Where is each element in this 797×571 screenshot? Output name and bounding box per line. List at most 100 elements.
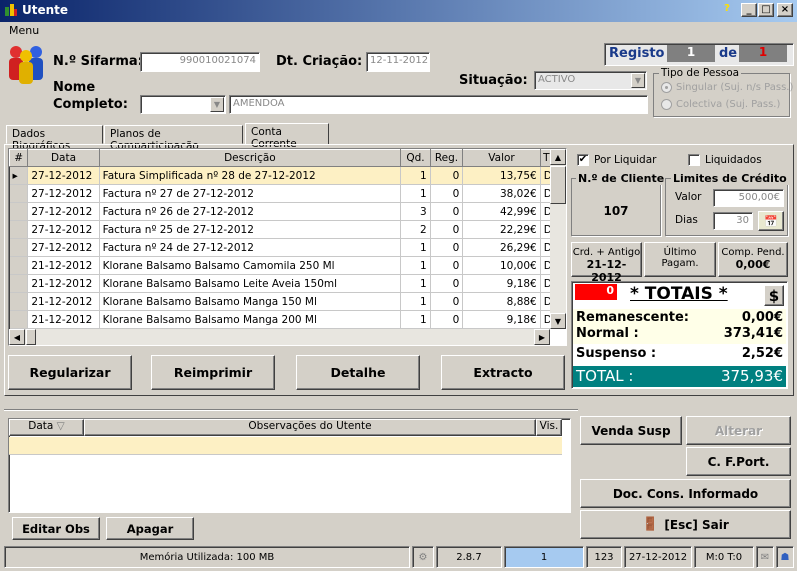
table-row[interactable]: 27-12-2012 Factura nº 24 de 27-12-2012 1 0 2… xyxy=(9,238,554,257)
col-data[interactable]: Data xyxy=(27,149,100,167)
table-row[interactable]: 21-12-2012 Klorane Balsamo Balsamo Manga … xyxy=(9,310,554,329)
por-liquidar-checkbox[interactable]: ✔ Por Liquidar xyxy=(577,154,656,166)
cell-descricao: Factura nº 26 de 27-12-2012 xyxy=(99,202,402,221)
nome-prefix-dropdown[interactable]: ▼ xyxy=(140,95,226,114)
crd-antigo-label: Crd. + Antigo xyxy=(572,247,641,258)
cell-reg: 0 xyxy=(430,202,464,221)
cell-qd: 1 xyxy=(400,274,431,293)
grid-hscrollbar[interactable]: ◀ ▶ xyxy=(9,329,550,345)
radio-singular[interactable]: Singular (Suj. n/s Pass.) xyxy=(661,82,793,93)
scroll-thumb[interactable] xyxy=(550,166,566,204)
cell-data: 21-12-2012 xyxy=(27,274,100,293)
col-reg[interactable]: Reg. xyxy=(429,149,464,167)
obs-col-vis[interactable]: Vis. xyxy=(536,419,562,436)
sifarma-field[interactable]: 990010021074 xyxy=(140,52,260,72)
hscroll-thumb[interactable] xyxy=(26,329,36,345)
exit-door-icon: 🚪 xyxy=(642,517,659,532)
table-row[interactable]: 21-12-2012 Klorane Balsamo Balsamo Camomi… xyxy=(9,256,554,275)
cfport-button[interactable]: C. F.Port. xyxy=(686,447,791,476)
menu-item-menu[interactable]: Menu xyxy=(9,24,39,37)
apagar-button[interactable]: Apagar xyxy=(106,517,194,540)
de-label: de xyxy=(719,46,738,61)
cell-reg: 0 xyxy=(430,166,464,185)
obs-row-selected[interactable] xyxy=(9,437,562,455)
chevron-down-icon[interactable]: ▼ xyxy=(210,97,224,112)
transactions-grid: # Data Descrição Qd. Reg. Valor T ▸ 27-12… xyxy=(8,148,567,346)
cell-valor: 22,29€ xyxy=(462,220,541,239)
help-icon[interactable]: ? xyxy=(719,3,735,17)
row-indicator xyxy=(9,274,29,293)
venda-susp-button[interactable]: Venda Susp xyxy=(580,416,682,445)
reimprimir-button[interactable]: Reimprimir xyxy=(151,355,275,390)
status-code: 123 xyxy=(586,546,622,568)
status-page: 1 xyxy=(504,546,584,568)
cell-descricao: Factura nº 27 de 27-12-2012 xyxy=(99,184,402,203)
user-status-icon[interactable]: ☗ xyxy=(776,546,794,568)
comp-pend-box: Comp. Pend. 0,00€ xyxy=(718,242,788,277)
col-hash[interactable]: # xyxy=(9,149,29,167)
tab-planos-comparticipacao[interactable]: Planos de Comparticipação xyxy=(104,125,243,152)
editar-obs-button[interactable]: Editar Obs xyxy=(12,517,100,540)
credito-valor-label: Valor xyxy=(675,191,702,203)
radio-colectiva[interactable]: Colectiva (Suj. Pass.) xyxy=(661,99,780,110)
sair-label: [Esc] Sair xyxy=(664,517,729,532)
cell-reg: 0 xyxy=(430,256,464,275)
total-value: 375,93€ xyxy=(720,367,783,385)
mail-icon[interactable]: ✉ xyxy=(756,546,774,568)
ultimo-pagam-box: Último Pagam. xyxy=(644,242,716,277)
scroll-down-icon[interactable]: ▼ xyxy=(550,313,566,329)
credito-dias-field[interactable]: 30 xyxy=(713,212,753,230)
extracto-button[interactable]: Extracto xyxy=(441,355,565,390)
cliente-value: 107 xyxy=(603,204,629,218)
tab-dados-biograficos[interactable]: Dados Biográficos xyxy=(6,125,103,152)
grid-vscrollbar[interactable]: ▲ ▼ xyxy=(550,149,566,329)
table-row[interactable]: 21-12-2012 Klorane Balsamo Balsamo Leite … xyxy=(9,274,554,293)
obs-col-observacoes[interactable]: Observações do Utente xyxy=(84,419,536,436)
sair-button[interactable]: 🚪 [Esc] Sair xyxy=(580,510,791,539)
credito-label: Limites de Crédito xyxy=(671,172,789,185)
col-qd[interactable]: Qd. xyxy=(400,149,431,167)
maximize-button[interactable]: □ xyxy=(758,3,774,17)
scroll-up-icon[interactable]: ▲ xyxy=(550,149,566,165)
scroll-left-icon[interactable]: ◀ xyxy=(9,329,25,345)
suspenso-label: Suspenso : xyxy=(576,346,657,361)
col-descricao[interactable]: Descrição xyxy=(98,149,402,167)
scroll-right-icon[interactable]: ▶ xyxy=(534,329,550,345)
calendar-icon[interactable]: 📅 xyxy=(758,211,784,231)
nome-field[interactable]: AMENDOA xyxy=(229,95,648,114)
cell-descricao: Klorane Balsamo Balsamo Camomila 250 Ml xyxy=(99,256,402,275)
menu-bar: Menu xyxy=(0,22,797,38)
cliente-label: N.º de Cliente xyxy=(576,172,667,185)
chevron-down-icon[interactable]: ▼ xyxy=(631,73,645,88)
cell-data: 27-12-2012 xyxy=(27,238,100,257)
table-row[interactable]: 27-12-2012 Factura nº 27 de 27-12-2012 1 0 3… xyxy=(9,184,554,203)
dt-criacao-field[interactable]: 12-11-2012 xyxy=(366,52,430,72)
doc-cons-button[interactable]: Doc. Cons. Informado xyxy=(580,479,791,508)
divider xyxy=(4,409,578,411)
cell-qd: 1 xyxy=(400,238,431,257)
close-button[interactable]: × xyxy=(777,3,793,17)
grid-header: # Data Descrição Qd. Reg. Valor T xyxy=(9,149,554,167)
totais-count: 0 xyxy=(575,284,617,300)
table-row[interactable]: 27-12-2012 Factura nº 25 de 27-12-2012 2 0 2… xyxy=(9,220,554,239)
tab-conta-corrente[interactable]: Conta Corrente xyxy=(245,123,329,150)
totais-title: * TOTAIS * xyxy=(630,284,728,304)
comp-pend-value: 0,00€ xyxy=(735,258,771,271)
table-row[interactable]: 27-12-2012 Factura nº 26 de 27-12-2012 3 0 4… xyxy=(9,202,554,221)
sifarma-label: N.º Sifarma: xyxy=(53,54,143,69)
table-row[interactable]: ▸ 27-12-2012 Fatura Simplificada nº 28 de … xyxy=(9,166,554,185)
regularizar-button[interactable]: Regularizar xyxy=(8,355,132,390)
credito-valor-field[interactable]: 500,00€ xyxy=(713,189,784,207)
table-row[interactable]: 21-12-2012 Klorane Balsamo Balsamo Manga … xyxy=(9,292,554,311)
minimize-button[interactable]: _ xyxy=(741,3,757,17)
alterar-button[interactable]: Alterar xyxy=(686,416,791,445)
situacao-dropdown[interactable]: ACTIVO ▼ xyxy=(534,71,647,90)
obs-col-data[interactable]: Data ▽ xyxy=(9,419,84,436)
col-valor[interactable]: Valor xyxy=(462,149,541,167)
cell-valor: 9,18€ xyxy=(462,274,541,293)
radio-singular-label: Singular (Suj. n/s Pass.) xyxy=(676,82,794,93)
detalhe-button[interactable]: Detalhe xyxy=(296,355,420,390)
title-bar: Utente ? _ □ × xyxy=(0,0,797,22)
dollar-button[interactable]: $ xyxy=(764,285,784,306)
liquidados-checkbox[interactable]: Liquidados xyxy=(688,154,762,166)
